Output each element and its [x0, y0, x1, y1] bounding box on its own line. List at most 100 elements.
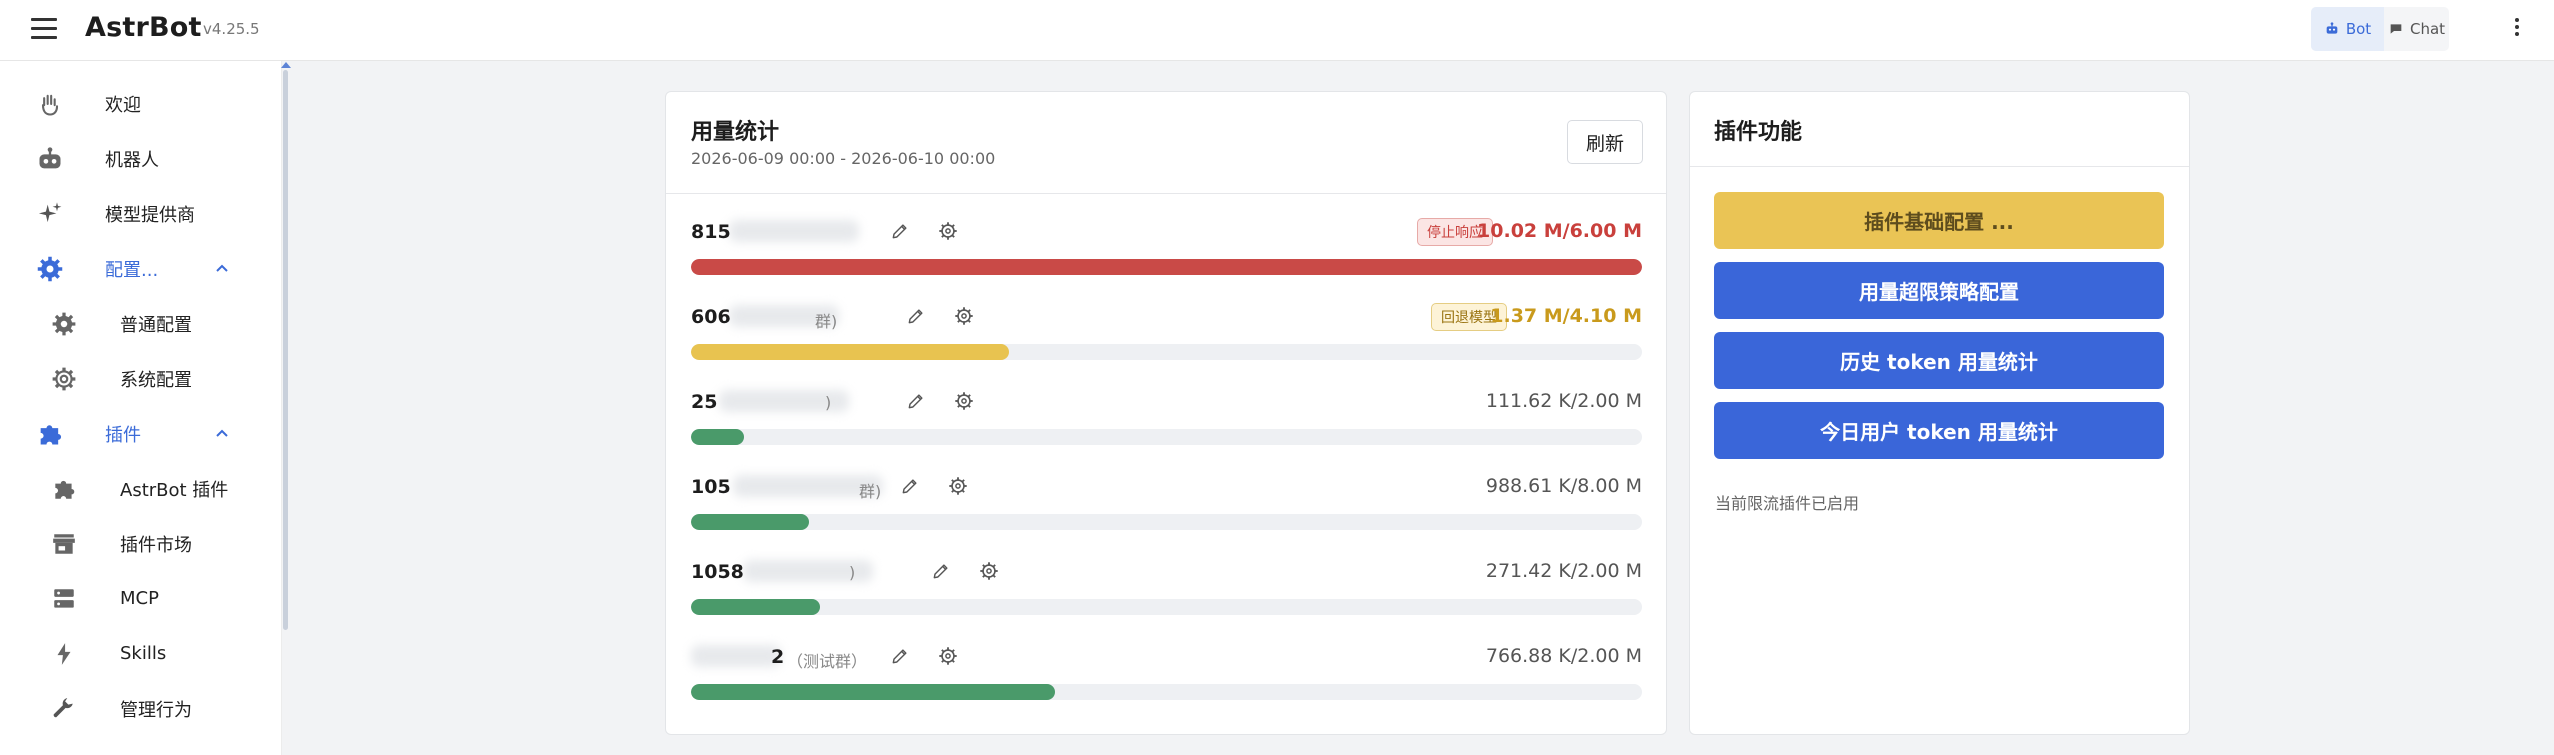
settings-gear-icon[interactable]	[934, 642, 962, 670]
robot-icon	[36, 145, 64, 173]
mode-chat-button[interactable]: Chat	[2384, 7, 2449, 51]
plugin-features-card: 插件功能 插件基础配置 ... 用量超限策略配置 历史 token 用量统计 今…	[1689, 91, 2190, 735]
sparkle-icon	[36, 200, 64, 228]
sidebar-item-label: 插件市场	[120, 534, 192, 556]
edit-pencil-icon[interactable]	[896, 472, 924, 500]
top-app-bar: AstrBot v4.25.5 Bot Chat	[0, 0, 2554, 61]
sidebar-item-manage-behavior[interactable]: 管理行为	[0, 681, 282, 736]
usage-row: 2 （测试群） 766.88 K/2.00 M	[691, 636, 1642, 706]
lightning-icon	[50, 640, 78, 668]
robot-icon	[2326, 22, 2338, 34]
usage-progress-fill	[691, 684, 1056, 700]
usage-row: 815 停止响应 10.02 M/6.00 M	[691, 211, 1642, 281]
group-name: 群)	[859, 482, 882, 501]
group-id: 1058	[691, 561, 744, 583]
settings-gear-icon[interactable]	[944, 472, 972, 500]
gear-icon	[50, 310, 78, 338]
hamburger-menu-icon[interactable]	[31, 18, 57, 40]
usage-progress-bar	[691, 344, 1642, 360]
group-name: （测试群）	[787, 652, 868, 671]
today-user-token-stats-button[interactable]: 今日用户 token 用量统计	[1714, 402, 2164, 459]
server-icon	[50, 585, 78, 613]
chevron-up-icon	[216, 264, 228, 272]
usage-value: 766.88 K/2.00 M	[1485, 645, 1642, 667]
mode-bot-button[interactable]: Bot	[2311, 7, 2384, 51]
sidebar-item-robot[interactable]: 机器人	[0, 131, 282, 186]
store-icon	[50, 530, 78, 558]
edit-pencil-icon[interactable]	[902, 302, 930, 330]
sidebar-item-general-config[interactable]: 普通配置	[0, 296, 282, 351]
puzzle-icon	[50, 475, 78, 503]
usage-progress-bar	[691, 514, 1642, 530]
group-name: )	[849, 563, 856, 582]
sidebar-item-label: 欢迎	[105, 94, 141, 116]
app-version: v4.25.5	[203, 20, 260, 38]
plugin-title: 插件功能	[1714, 120, 1803, 145]
card-divider	[666, 193, 1666, 194]
sidebar-item-mcp[interactable]: MCP	[0, 571, 282, 626]
usage-progress-bar	[691, 599, 1642, 615]
sidebar-item-label: Skills	[120, 643, 167, 664]
sidebar-item-skills[interactable]: Skills	[0, 626, 282, 681]
group-id: 815	[691, 221, 731, 243]
sidebar-item-label: 管理行为	[120, 699, 192, 721]
plugin-basic-config-button[interactable]: 插件基础配置 ...	[1714, 192, 2164, 249]
scroll-up-arrow-icon[interactable]	[281, 62, 291, 68]
waving-hand-icon	[36, 90, 64, 118]
usage-progress-bar	[691, 684, 1642, 700]
edit-pencil-icon[interactable]	[902, 387, 930, 415]
sidebar-item-plugin-market[interactable]: 插件市场	[0, 516, 282, 571]
group-id: 105	[691, 476, 731, 498]
edit-pencil-icon[interactable]	[886, 642, 914, 670]
sidebar-item-label: 机器人	[105, 149, 159, 171]
redacted-name-blur	[691, 645, 781, 667]
more-options-icon[interactable]	[2513, 18, 2521, 42]
refresh-button[interactable]: 刷新	[1567, 120, 1643, 164]
settings-gear-icon[interactable]	[934, 217, 962, 245]
redacted-name-blur	[729, 220, 859, 242]
usage-date-range: 2026-06-09 00:00 - 2026-06-10 00:00	[691, 149, 996, 168]
sidebar-item-astrbot-plugins[interactable]: AstrBot 插件	[0, 461, 282, 516]
sidebar-item-label: 模型提供商	[105, 204, 195, 226]
usage-row: 25) 111.62 K/2.00 M	[691, 381, 1642, 451]
wrench-icon	[50, 695, 78, 723]
usage-value: 1.37 M/4.10 M	[1490, 305, 1642, 327]
chevron-up-icon	[216, 429, 228, 437]
group-name: )	[825, 393, 832, 412]
sidebar: 欢迎 机器人 模型提供商 配置... 普通配置 系统配置 插件 AstrBot …	[0, 61, 282, 755]
puzzle-icon	[36, 420, 64, 448]
usage-row: 606 群) 回退模型 1.37 M/4.10 M	[691, 296, 1642, 366]
sidebar-item-label: MCP	[120, 588, 159, 609]
gear-icon	[36, 255, 64, 283]
usage-progress-fill	[691, 344, 1009, 360]
edit-pencil-icon[interactable]	[886, 217, 914, 245]
sidebar-item-welcome[interactable]: 欢迎	[0, 76, 282, 131]
group-id: 606	[691, 306, 731, 328]
chat-bubble-icon	[2390, 24, 2402, 34]
sidebar-item-label: 插件	[105, 424, 141, 446]
settings-gear-icon[interactable]	[950, 387, 978, 415]
settings-gear-icon[interactable]	[975, 557, 1003, 585]
group-id: 25	[691, 391, 718, 413]
sidebar-item-model-providers[interactable]: 模型提供商	[0, 186, 282, 241]
app-logo: AstrBot	[85, 12, 202, 43]
usage-progress-bar	[691, 429, 1642, 445]
edit-pencil-icon[interactable]	[927, 557, 955, 585]
settings-gear-icon[interactable]	[950, 302, 978, 330]
sidebar-item-label: 配置...	[105, 259, 159, 281]
mode-bot-label: Bot	[2345, 20, 2372, 38]
history-token-stats-button[interactable]: 历史 token 用量统计	[1714, 332, 2164, 389]
mode-chat-label: Chat	[2409, 20, 2446, 38]
usage-stats-card: 用量统计 2026-06-09 00:00 - 2026-06-10 00:00…	[665, 91, 1667, 735]
usage-value: 988.61 K/8.00 M	[1485, 475, 1642, 497]
usage-value: 111.62 K/2.00 M	[1485, 390, 1642, 412]
overlimit-policy-config-button[interactable]: 用量超限策略配置	[1714, 262, 2164, 319]
sidebar-item-system-config[interactable]: 系统配置	[0, 351, 282, 406]
sidebar-group-plugins[interactable]: 插件	[0, 406, 282, 461]
group-id: 2	[771, 646, 785, 668]
group-name: 群)	[815, 312, 838, 331]
card-divider	[1690, 166, 2189, 167]
sidebar-group-config[interactable]: 配置...	[0, 241, 282, 296]
plugin-status-text: 当前限流插件已启用	[1715, 494, 1860, 513]
sidebar-scrollbar[interactable]	[283, 70, 288, 630]
